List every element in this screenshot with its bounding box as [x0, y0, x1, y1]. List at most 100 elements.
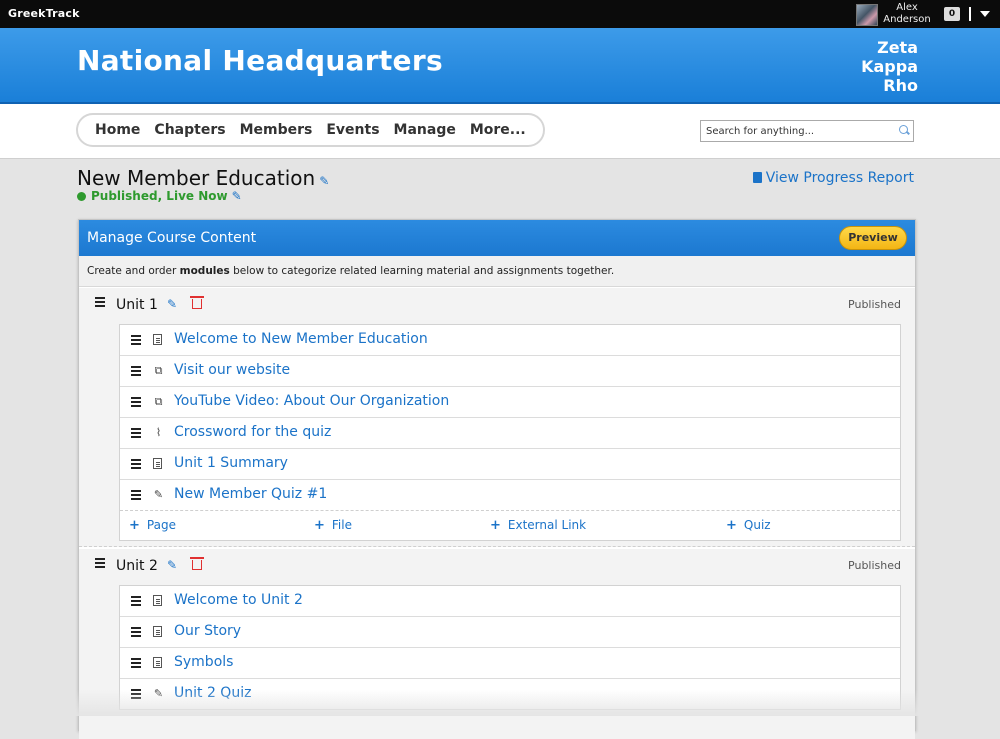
page-title: New Member Education ✎ — [77, 166, 329, 190]
panel-title: Manage Course Content — [87, 230, 257, 246]
view-progress-report-link[interactable]: View Progress Report — [752, 170, 914, 186]
unit-header: Unit 2 ✎ Published — [79, 549, 915, 583]
drag-handle-icon[interactable] — [131, 463, 141, 465]
nav-item-more[interactable]: More... — [463, 122, 533, 138]
external-link-icon: ⧉ — [154, 395, 163, 408]
list-item: ⧉ Visit our website — [120, 356, 900, 387]
brand-logo[interactable]: GreekTrack — [8, 7, 80, 20]
pencil-icon[interactable]: ✎ — [167, 558, 177, 572]
unit-header: Unit 1 ✎ Published — [79, 288, 915, 322]
desc-text: Create and order — [87, 265, 180, 277]
drag-handle-icon[interactable] — [131, 494, 141, 496]
user-avatar[interactable] — [856, 4, 878, 26]
add-label: Page — [146, 518, 176, 532]
list-item: Unit 1 Summary — [120, 449, 900, 480]
org-title: National Headquarters — [77, 44, 443, 77]
pencil-icon[interactable]: ✎ — [319, 174, 329, 188]
org-header: National Headquarters Zeta Kappa Rho — [0, 28, 1000, 104]
plus-icon: + — [129, 518, 140, 533]
panel-description: Create and order modules below to catego… — [79, 256, 915, 287]
trash-icon[interactable] — [190, 557, 204, 570]
add-content-row: + Page + File + External Link + Quiz — [120, 510, 900, 540]
divider — [969, 7, 971, 21]
document-icon — [153, 458, 162, 469]
document-icon — [153, 626, 162, 637]
add-file-button[interactable]: + File — [314, 518, 352, 533]
add-label: External Link — [507, 518, 587, 532]
drag-handle-icon[interactable] — [131, 662, 141, 664]
item-link[interactable]: YouTube Video: About Our Organization — [174, 393, 449, 409]
search-icon[interactable] — [899, 125, 908, 134]
nav-item-chapters[interactable]: Chapters — [147, 122, 232, 138]
item-link[interactable]: Welcome to Unit 2 — [174, 592, 303, 608]
nav-item-events[interactable]: Events — [319, 122, 386, 138]
panel-header: Manage Course Content Preview — [79, 220, 915, 256]
status-icon — [77, 192, 86, 201]
add-quiz-button[interactable]: + Quiz — [726, 518, 771, 533]
publish-status-text[interactable]: Published, Live Now — [91, 189, 228, 203]
drag-handle-icon[interactable] — [95, 301, 105, 303]
pencil-icon[interactable]: ✎ — [232, 189, 242, 203]
unit-status: Published — [848, 298, 901, 311]
pencil-icon[interactable]: ✎ — [167, 297, 177, 311]
item-link[interactable]: Unit 2 Quiz — [174, 685, 251, 701]
unit-module: Unit 2 ✎ Published Welcome to Unit 2 Our… — [79, 549, 915, 739]
list-item: Our Story — [120, 617, 900, 648]
nav-item-manage[interactable]: Manage — [387, 122, 463, 138]
list-item: ⌇ Crossword for the quiz — [120, 418, 900, 449]
list-item: Symbols — [120, 648, 900, 679]
item-link[interactable]: New Member Quiz #1 — [174, 486, 327, 502]
user-name[interactable]: Alex Anderson — [880, 2, 934, 26]
unit-items: Welcome to Unit 2 Our Story Symbols ✎ Un… — [119, 585, 901, 710]
add-external-link-button[interactable]: + External Link — [490, 518, 586, 533]
list-item: Welcome to Unit 2 — [120, 586, 900, 617]
desc-bold: modules — [179, 265, 230, 277]
org-letters: Zeta Kappa Rho — [861, 38, 918, 95]
document-icon — [153, 657, 162, 668]
add-page-button[interactable]: + Page — [129, 518, 176, 533]
unit-title: Unit 2 — [116, 558, 158, 574]
document-icon — [153, 334, 162, 345]
unit-title: Unit 1 — [116, 297, 158, 313]
item-link[interactable]: Welcome to New Member Education — [174, 331, 428, 347]
list-item: ⧉ YouTube Video: About Our Organization — [120, 387, 900, 418]
external-link-icon: ⧉ — [154, 364, 163, 377]
progress-link-text: View Progress Report — [765, 170, 914, 186]
drag-handle-icon[interactable] — [131, 339, 141, 341]
quiz-edit-icon: ✎ — [153, 687, 164, 700]
item-link[interactable]: Unit 1 Summary — [174, 455, 288, 471]
item-link[interactable]: Crossword for the quiz — [174, 424, 331, 440]
notification-badge[interactable]: 0 — [944, 7, 960, 21]
nav-item-home[interactable]: Home — [88, 122, 147, 138]
drag-handle-icon[interactable] — [131, 600, 141, 602]
trash-icon[interactable] — [190, 296, 204, 309]
paperclip-icon: ⌇ — [155, 426, 162, 439]
plus-icon: + — [726, 518, 737, 533]
book-icon — [752, 172, 762, 183]
search-input[interactable] — [701, 121, 901, 141]
nav-item-members[interactable]: Members — [233, 122, 320, 138]
unit-status: Published — [848, 559, 901, 572]
page-title-text: New Member Education — [77, 166, 316, 190]
desc-text: below to categorize related learning mat… — [229, 265, 615, 277]
drag-handle-icon[interactable] — [131, 432, 141, 434]
drag-handle-icon[interactable] — [131, 370, 141, 372]
list-item: Welcome to New Member Education — [120, 325, 900, 356]
top-bar: GreekTrack Alex Anderson 0 — [0, 0, 1000, 28]
drag-handle-icon[interactable] — [131, 631, 141, 633]
main-nav: Home Chapters Members Events Manage More… — [76, 113, 545, 147]
quiz-edit-icon: ✎ — [153, 488, 164, 501]
course-content-panel: Manage Course Content Preview Create and… — [78, 219, 916, 739]
search-box — [700, 120, 914, 142]
drag-handle-icon[interactable] — [131, 693, 141, 695]
item-link[interactable]: Visit our website — [174, 362, 290, 378]
org-letter: Kappa — [861, 57, 918, 76]
drag-handle-icon[interactable] — [95, 562, 105, 564]
caret-down-icon[interactable] — [980, 11, 990, 17]
item-link[interactable]: Our Story — [174, 623, 241, 639]
drag-handle-icon[interactable] — [131, 401, 141, 403]
item-link[interactable]: Symbols — [174, 654, 233, 670]
unit-items: Welcome to New Member Education ⧉ Visit … — [119, 324, 901, 541]
add-label: File — [331, 518, 352, 532]
preview-button[interactable]: Preview — [839, 226, 907, 250]
